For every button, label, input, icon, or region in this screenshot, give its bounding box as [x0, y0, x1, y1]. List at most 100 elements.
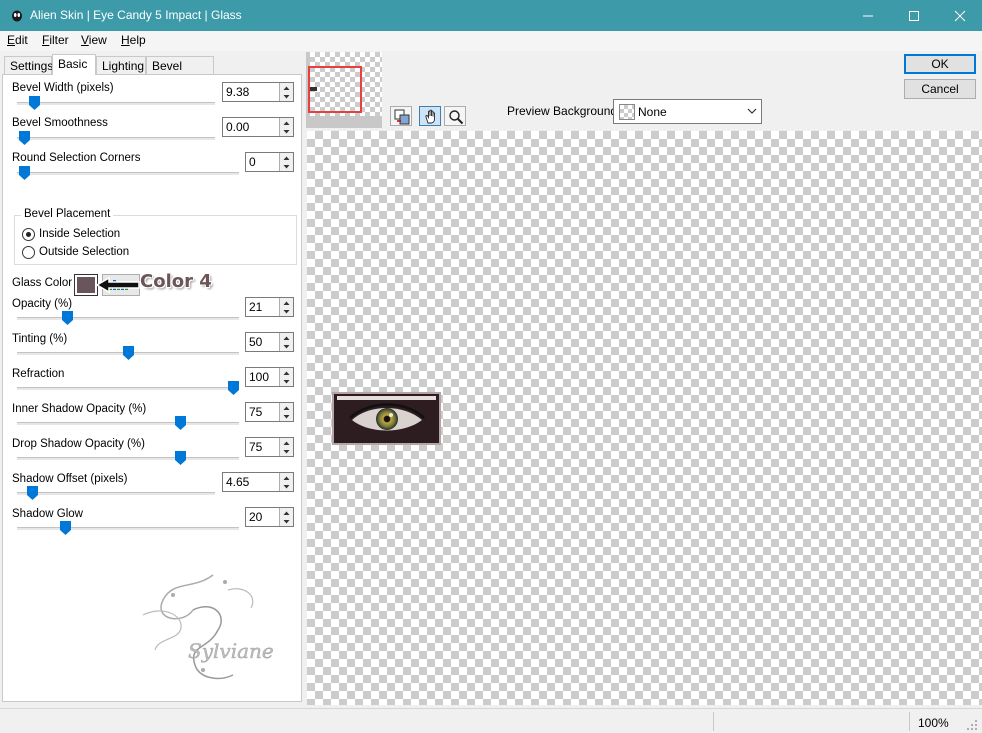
hand-tool-button[interactable] — [419, 106, 441, 126]
drop-shadow-slider-thumb[interactable] — [175, 451, 186, 465]
menu-filter[interactable]: Filter — [42, 33, 69, 47]
opacity-slider[interactable] — [17, 317, 239, 320]
refraction-slider[interactable] — [17, 387, 239, 390]
basic-settings-panel: Bevel Width (pixels) 9.38 Bevel Smoothne… — [2, 74, 302, 702]
refraction-slider-thumb[interactable] — [228, 381, 239, 395]
spin-up-icon[interactable] — [283, 440, 290, 447]
spin-up-icon[interactable] — [283, 335, 290, 342]
tinting-spinbox[interactable]: 50 — [245, 332, 294, 352]
preview-canvas[interactable] — [307, 131, 982, 705]
refraction-spin-arrows[interactable] — [279, 368, 293, 386]
tinting-spin-arrows[interactable] — [279, 333, 293, 351]
bevel-width-slider[interactable] — [17, 102, 215, 105]
bevel-smoothness-spinbox[interactable]: 0.00 — [222, 117, 294, 137]
tab-bevel-profile[interactable]: Bevel Profile — [146, 56, 214, 87]
shadow-glow-spin-arrows[interactable] — [279, 508, 293, 526]
shadow-glow-slider[interactable] — [17, 527, 239, 530]
spin-down-icon[interactable] — [283, 308, 290, 315]
tab-basic[interactable]: Basic — [52, 54, 96, 75]
drop-shadow-slider[interactable] — [17, 457, 239, 460]
cancel-button[interactable]: Cancel — [904, 79, 976, 99]
maximize-button[interactable] — [890, 0, 936, 31]
bevel-smoothness-slider-thumb[interactable] — [19, 131, 30, 145]
spin-up-icon[interactable] — [283, 405, 290, 412]
bevel-smoothness-value: 0.00 — [226, 120, 250, 134]
round-corners-label: Round Selection Corners — [12, 152, 141, 164]
drop-shadow-spinbox[interactable]: 75 — [245, 437, 294, 457]
spin-down-icon[interactable] — [283, 483, 290, 490]
toggle-preview-button[interactable] — [390, 106, 412, 126]
inner-shadow-slider[interactable] — [17, 422, 239, 425]
spin-down-icon[interactable] — [283, 343, 290, 350]
bevel-smoothness-spin-arrows[interactable] — [279, 118, 293, 136]
inner-shadow-spinbox[interactable]: 75 — [245, 402, 294, 422]
shadow-glow-spinbox[interactable]: 20 — [245, 507, 294, 527]
minimize-button[interactable] — [844, 0, 890, 31]
close-button[interactable] — [936, 0, 982, 31]
tab-lighting[interactable]: Lighting — [96, 56, 146, 74]
menu-help[interactable]: Help — [121, 33, 146, 47]
shadow-offset-spin-arrows[interactable] — [279, 473, 293, 491]
menu-view-accel: V — [81, 33, 89, 47]
round-corners-value: 0 — [249, 155, 256, 169]
inner-shadow-slider-thumb[interactable] — [175, 416, 186, 430]
spin-down-icon[interactable] — [283, 448, 290, 455]
opacity-label: Opacity (%) — [12, 298, 73, 310]
shadow-offset-spinbox[interactable]: 4.65 — [222, 472, 294, 492]
round-corners-slider[interactable] — [17, 172, 239, 175]
spin-up-icon[interactable] — [283, 120, 290, 127]
shadow-offset-slider-thumb[interactable] — [27, 486, 38, 500]
spin-up-icon[interactable] — [283, 300, 290, 307]
eye-image — [334, 394, 439, 443]
bevel-width-slider-thumb[interactable] — [29, 96, 40, 110]
menu-filter-rest: ilter — [49, 33, 69, 47]
resize-grip-icon[interactable] — [966, 719, 978, 731]
spin-down-icon[interactable] — [283, 93, 290, 100]
inside-selection-radio[interactable] — [22, 228, 35, 241]
bevel-width-label: Bevel Width (pixels) — [12, 82, 114, 94]
maximize-icon — [909, 11, 919, 21]
outside-selection-radio[interactable] — [22, 246, 35, 259]
spin-down-icon[interactable] — [283, 163, 290, 170]
shadow-offset-slider[interactable] — [17, 492, 215, 495]
bevel-width-spinbox[interactable]: 9.38 — [222, 82, 294, 102]
spin-up-icon[interactable] — [283, 510, 290, 517]
menu-view[interactable]: View — [81, 33, 107, 47]
preview-background-value: None — [638, 105, 667, 119]
drop-shadow-spin-arrows[interactable] — [279, 438, 293, 456]
zoom-tool-button[interactable] — [444, 106, 466, 126]
bevel-width-spin-arrows[interactable] — [279, 83, 293, 101]
bevel-smoothness-slider[interactable] — [17, 137, 215, 140]
tab-settings[interactable]: Settings — [4, 56, 53, 74]
spin-up-icon[interactable] — [283, 475, 290, 482]
preview-background-dropdown[interactable]: None — [613, 99, 762, 124]
menu-view-rest: iew — [88, 33, 107, 47]
refraction-spinbox[interactable]: 100 — [245, 367, 294, 387]
radio-selected-dot — [26, 232, 31, 237]
inner-shadow-spin-arrows[interactable] — [279, 403, 293, 421]
tinting-slider-thumb[interactable] — [123, 346, 134, 360]
outside-selection-label[interactable]: Outside Selection — [39, 246, 129, 258]
ok-button[interactable]: OK — [904, 54, 976, 74]
spin-down-icon[interactable] — [283, 128, 290, 135]
spin-down-icon[interactable] — [283, 378, 290, 385]
refraction-value: 100 — [249, 370, 270, 384]
navigator-thumbnail[interactable] — [306, 52, 382, 128]
zoom-icon — [449, 110, 464, 125]
spin-down-icon[interactable] — [283, 413, 290, 420]
spin-down-icon[interactable] — [283, 518, 290, 525]
opacity-spinbox[interactable]: 21 — [245, 297, 294, 317]
spin-up-icon[interactable] — [283, 370, 290, 377]
shadow-glow-slider-thumb[interactable] — [60, 521, 71, 535]
watermark-logo: Sylviane — [142, 574, 274, 680]
round-corners-spin-arrows[interactable] — [279, 153, 293, 171]
inside-selection-label[interactable]: Inside Selection — [39, 228, 120, 240]
opacity-spin-arrows[interactable] — [279, 298, 293, 316]
opacity-slider-thumb[interactable] — [62, 311, 73, 325]
bevel-width-value: 9.38 — [226, 85, 250, 99]
round-corners-spinbox[interactable]: 0 — [245, 152, 294, 172]
spin-up-icon[interactable] — [283, 155, 290, 162]
round-corners-slider-thumb[interactable] — [19, 166, 30, 180]
menu-edit[interactable]: Edit — [7, 33, 28, 47]
spin-up-icon[interactable] — [283, 85, 290, 92]
